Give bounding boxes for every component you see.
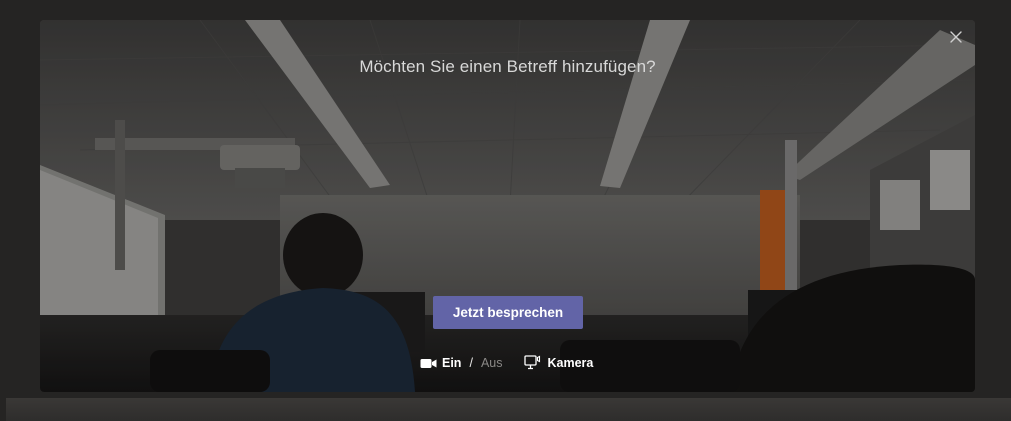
- device-controls: Ein / Aus Kamera: [420, 354, 593, 372]
- bottom-strip: [6, 398, 1011, 421]
- camera-settings-button[interactable]: Kamera: [524, 355, 593, 371]
- join-now-button[interactable]: Jetzt besprechen: [433, 296, 583, 329]
- camera-device-icon: [524, 355, 541, 370]
- video-on-label: Ein: [442, 356, 462, 370]
- subject-input[interactable]: Möchten Sie einen Betreff hinzufügen?: [40, 57, 975, 77]
- camera-preview: Möchten Sie einen Betreff hinzufügen? Je…: [40, 20, 975, 392]
- camera-label: Kamera: [547, 356, 594, 370]
- video-camera-icon: [420, 358, 437, 368]
- video-on-toggle[interactable]: Ein: [420, 356, 461, 370]
- toggle-separator: /: [469, 356, 473, 370]
- close-icon: [950, 31, 962, 43]
- video-off-toggle[interactable]: Aus: [481, 356, 503, 370]
- close-button[interactable]: [945, 26, 967, 48]
